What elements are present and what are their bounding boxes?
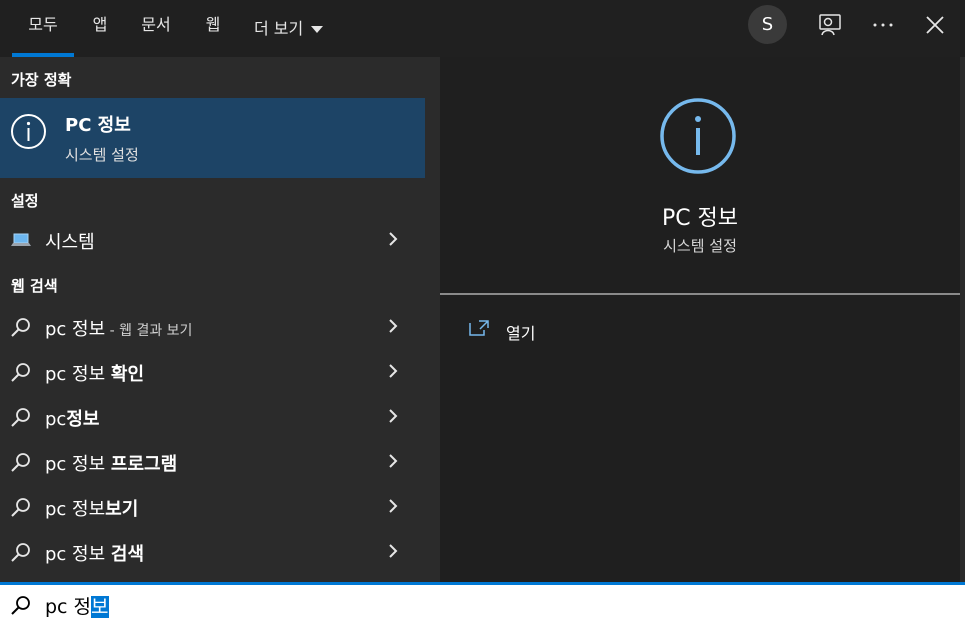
best-match-title: PC 정보 <box>65 115 131 136</box>
close-icon[interactable] <box>922 12 948 38</box>
web-result-query: pc 정보 <box>45 319 106 340</box>
tab-all-label: 모두 <box>28 15 58 34</box>
tab-more-label: 더 보기 <box>254 19 304 38</box>
web-result-item[interactable]: pc 정보 확인 <box>0 349 425 394</box>
info-icon <box>660 98 736 174</box>
web-result-item[interactable]: pc 정보 - 웹 결과 보기 <box>0 304 425 349</box>
web-result-item[interactable]: pc 정보 프로그램 <box>0 439 425 484</box>
web-result-text: pc 정보보기 <box>45 495 138 521</box>
web-result-text: pc 정보 프로그램 <box>45 450 177 476</box>
web-result-suggestion: 정보 <box>66 409 100 430</box>
info-icon <box>11 114 46 149</box>
avatar[interactable]: S <box>748 5 787 44</box>
search-input-selection: 보 <box>91 596 109 618</box>
web-result-suggestion: 검색 <box>110 544 145 565</box>
laptop-icon <box>11 233 31 246</box>
search-icon <box>11 363 30 382</box>
web-result-suggestion: 보기 <box>105 499 139 520</box>
search-icon <box>11 498 30 517</box>
web-result-query: pc 정보 <box>45 364 111 385</box>
web-result-text: pc 정보 - 웹 결과 보기 <box>45 315 192 341</box>
chevron-right-icon[interactable] <box>387 231 399 247</box>
chevron-right-icon[interactable] <box>387 408 399 424</box>
search-icon <box>11 596 30 615</box>
web-result-query: pc <box>45 409 67 430</box>
tab-documents-label: 문서 <box>141 15 171 34</box>
web-result-item[interactable]: pc 정보보기 <box>0 484 425 529</box>
tab-more[interactable]: 더 보기 <box>254 0 334 57</box>
chevron-right-icon[interactable] <box>387 363 399 379</box>
web-result-item[interactable]: pc 정보 검색 <box>0 529 425 574</box>
web-result-text: pc 정보 확인 <box>45 360 144 386</box>
best-match-subtitle: 시스템 설정 <box>65 146 139 164</box>
open-external-icon[interactable] <box>468 319 490 337</box>
tab-all[interactable]: 모두 <box>12 0 74 57</box>
results-pane: 가장 정확 PC 정보 시스템 설정 설정 시스템 웹 검색 pc 정보 - 웹… <box>0 57 425 582</box>
chevron-down-icon <box>311 26 324 33</box>
settings-item-system[interactable]: 시스템 <box>0 217 425 262</box>
tab-web-label: 웹 <box>205 15 221 34</box>
feedback-icon[interactable] <box>817 12 843 38</box>
web-result-text: pc정보 <box>45 405 99 431</box>
chevron-right-icon[interactable] <box>387 318 399 334</box>
best-match-item[interactable]: PC 정보 시스템 설정 <box>0 98 425 178</box>
search-input[interactable]: pc 정보 <box>45 592 109 619</box>
tab-apps[interactable]: 앱 <box>86 0 114 57</box>
search-filter-bar: 모두 앱 문서 웹 더 보기 S <box>0 0 965 57</box>
tab-apps-label: 앱 <box>92 15 108 34</box>
web-search-heading: 웹 검색 <box>11 277 58 295</box>
web-result-query: pc 정보 <box>45 544 111 565</box>
tab-web[interactable]: 웹 <box>198 0 228 57</box>
web-result-query: pc 정보 <box>45 499 106 520</box>
more-options-icon[interactable] <box>870 12 896 38</box>
chevron-right-icon[interactable] <box>387 498 399 514</box>
settings-item-label: 시스템 <box>45 232 95 253</box>
chevron-right-icon[interactable] <box>387 543 399 559</box>
open-action[interactable]: 열기 <box>506 320 535 344</box>
web-result-item[interactable]: pc정보 <box>0 394 425 439</box>
chevron-right-icon[interactable] <box>387 453 399 469</box>
search-icon <box>11 453 30 472</box>
preview-pane: PC 정보 시스템 설정 열기 <box>440 57 960 582</box>
divider <box>440 293 960 295</box>
search-icon <box>11 543 30 562</box>
web-result-suggestion: 프로그램 <box>110 454 178 475</box>
web-result-text: pc 정보 검색 <box>45 540 144 566</box>
search-icon <box>11 408 30 427</box>
tab-documents[interactable]: 문서 <box>134 0 178 57</box>
best-match-heading: 가장 정확 <box>11 71 72 89</box>
preview-subtitle: 시스템 설정 <box>663 237 737 255</box>
web-result-query: pc 정보 <box>45 454 111 475</box>
search-icon <box>11 318 30 337</box>
web-result-suggestion: 확인 <box>110 364 145 385</box>
preview-title: PC 정보 <box>661 206 739 231</box>
web-result-hint: - 웹 결과 보기 <box>105 323 193 339</box>
settings-heading: 설정 <box>11 192 39 210</box>
search-box[interactable]: pc 정보 <box>0 582 965 625</box>
search-input-text: pc 정 <box>45 596 92 618</box>
